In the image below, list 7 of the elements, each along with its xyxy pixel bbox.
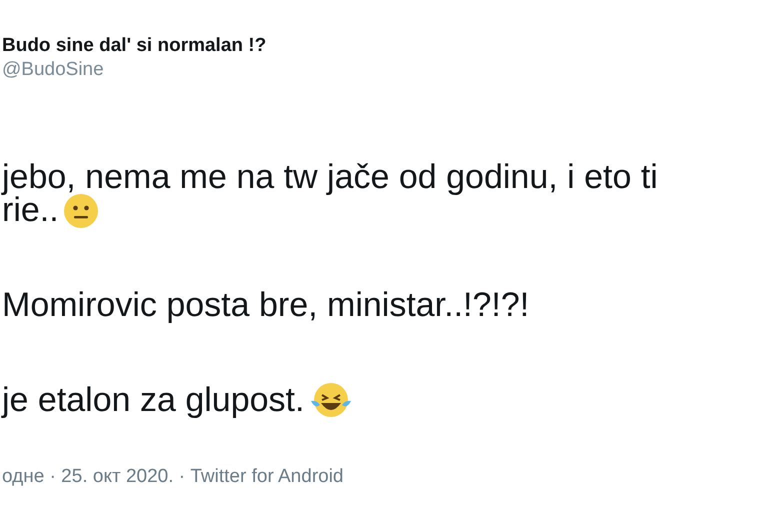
tweet-text: Momirovic posta bre, ministar..!?!?! <box>2 289 530 322</box>
tweet-meta: одне · 25. окт 2020. · Twitter for Android <box>2 465 344 489</box>
tweet-text: rie.. <box>2 194 59 227</box>
author-name: Budo sine dal' si normalan !? <box>2 34 266 58</box>
author-handle: @BudoSine <box>2 58 104 82</box>
tweet-text: je etalon za glupost. <box>2 384 304 417</box>
tweet-text: jebo, nema me na tw jače od godinu, i eto ti <box>2 161 658 194</box>
